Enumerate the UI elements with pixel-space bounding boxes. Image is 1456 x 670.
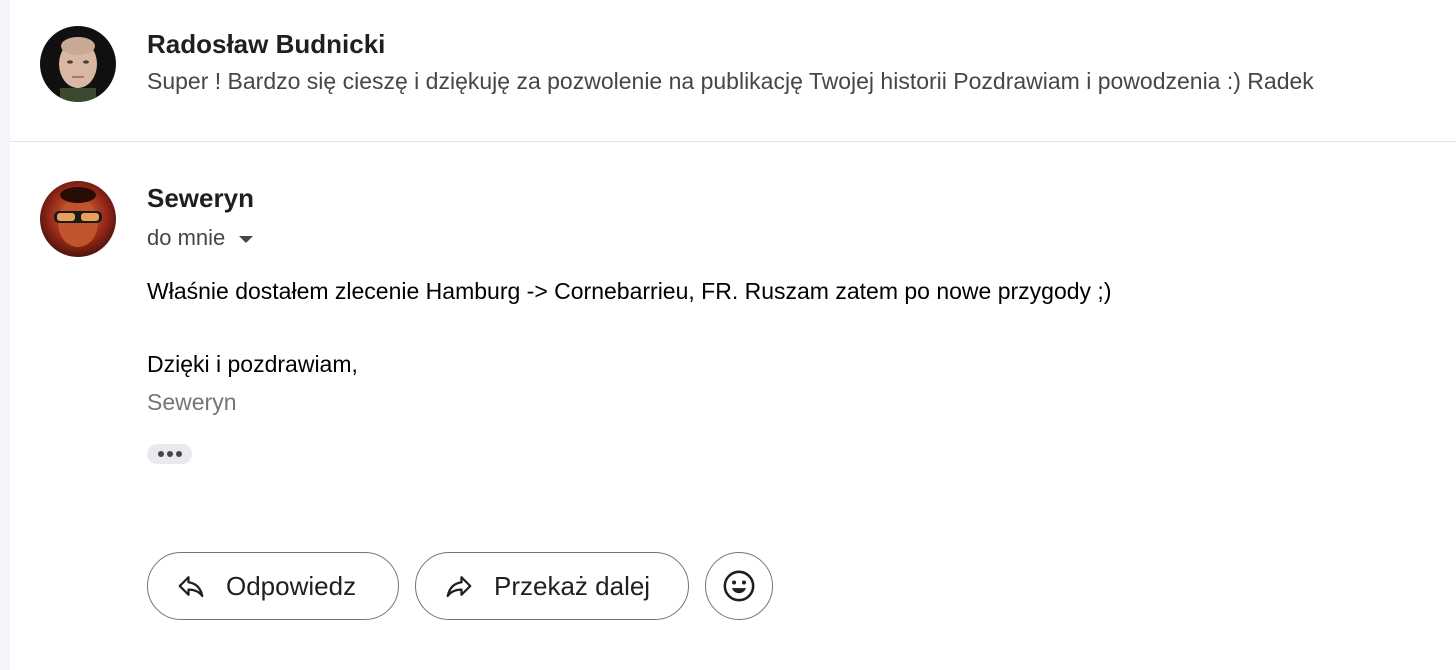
- reply-label: Odpowiedz: [226, 570, 357, 601]
- more-horiz-icon: [157, 451, 164, 457]
- recipient-details-toggle[interactable]: do mnie: [147, 225, 254, 251]
- expanded-message: Seweryn do mnie Właśnie dostałem zleceni…: [10, 143, 1456, 670]
- show-trimmed-content-button[interactable]: [147, 444, 192, 464]
- signature: Seweryn: [147, 389, 237, 415]
- forward-button[interactable]: Przekaż dalej: [415, 552, 689, 620]
- collapsed-message[interactable]: Radosław Budnicki Super ! Bardzo się cie…: [10, 0, 1456, 142]
- message-snippet: Super ! Bardzo się cieszę i dziękuję za …: [147, 68, 1314, 94]
- message-body-line: Dzięki i pozdrawiam,: [147, 351, 358, 377]
- reply-arrow-icon: [178, 576, 204, 598]
- emoji-reaction-button[interactable]: [705, 552, 773, 620]
- message-body-line: Właśnie dostałem zlecenie Hamburg -> Cor…: [147, 278, 1112, 304]
- avatar-photo-icon: [40, 26, 116, 102]
- left-edge-panel: [0, 0, 10, 670]
- forward-arrow-icon: [446, 576, 472, 598]
- email-thread-view: Radosław Budnicki Super ! Bardzo się cie…: [0, 0, 1456, 670]
- avatar[interactable]: [40, 181, 116, 257]
- avatar-photo-icon: [40, 181, 116, 257]
- sender-name: Radosław Budnicki: [147, 29, 386, 59]
- smiley-icon: [723, 570, 755, 602]
- sender-name: Seweryn: [147, 183, 254, 213]
- forward-label: Przekaż dalej: [494, 570, 651, 601]
- reply-button[interactable]: Odpowiedz: [147, 552, 399, 620]
- recipient-label: do mnie: [147, 225, 226, 250]
- caret-down-icon: [239, 235, 254, 243]
- avatar[interactable]: [40, 26, 116, 102]
